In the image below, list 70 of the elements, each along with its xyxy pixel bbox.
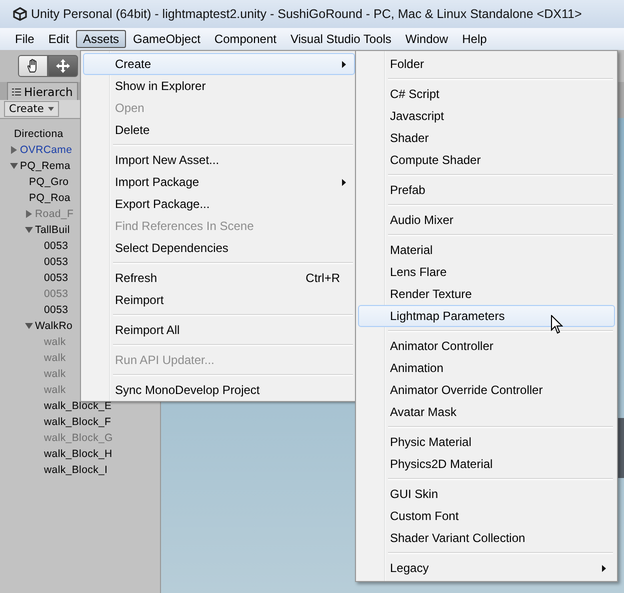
menu-bar-item[interactable]: Window: [398, 30, 456, 48]
menu-item[interactable]: Reimport: [83, 289, 355, 311]
menu-item[interactable]: Render Texture: [358, 283, 615, 305]
menu-bar-item[interactable]: GameObject: [126, 30, 208, 48]
menu-item[interactable]: Audio Mixer: [358, 209, 615, 231]
menu-item[interactable]: Animation: [358, 357, 615, 379]
menu-item[interactable]: Javascript: [358, 105, 615, 127]
menu-item[interactable]: Folder: [358, 53, 615, 75]
expanded-arrow-icon[interactable]: [25, 322, 33, 330]
hierarchy-item[interactable]: walk_Block_I: [44, 464, 108, 476]
hierarchy-item[interactable]: 0053: [44, 240, 68, 252]
hierarchy-tab[interactable]: Hierarch: [7, 82, 78, 100]
menu-bar-item[interactable]: Visual Studio Tools: [283, 30, 398, 48]
menu-item[interactable]: Select Dependencies: [83, 237, 355, 259]
hierarchy-item[interactable]: walk_Block_E: [44, 400, 112, 412]
menu-item[interactable]: Compute Shader: [358, 149, 615, 171]
menu-item[interactable]: Sync MonoDevelop Project: [83, 379, 355, 401]
menu-item[interactable]: Avatar Mask: [358, 401, 615, 423]
collapsed-arrow-icon[interactable]: [10, 146, 18, 154]
menu-item[interactable]: Import Package: [83, 171, 355, 193]
expanded-arrow-icon[interactable]: [25, 226, 33, 234]
cube-logo-icon: [13, 7, 27, 21]
hierarchy-item[interactable]: WalkRo: [35, 320, 73, 332]
menu-item[interactable]: Animator Controller: [358, 335, 615, 357]
menu-bar-item[interactable]: Help: [455, 30, 494, 48]
hierarchy-item[interactable]: 0053: [44, 304, 68, 316]
menu-item[interactable]: C# Script: [358, 83, 615, 105]
menu-item[interactable]: Export Package...: [83, 193, 355, 215]
menu-item[interactable]: Physics2D Material: [358, 453, 615, 475]
create-dropdown[interactable]: Create: [4, 101, 59, 117]
hierarchy-item[interactable]: PQ_Rema: [20, 160, 70, 172]
menu-bar-item[interactable]: File: [8, 30, 42, 48]
hierarchy-item[interactable]: TallBuil: [35, 224, 70, 236]
menu-item[interactable]: Shader: [358, 127, 615, 149]
menu-item[interactable]: Import New Asset...: [83, 149, 355, 171]
collapsed-arrow-icon[interactable]: [25, 210, 33, 218]
hierarchy-item[interactable]: PQ_Gro: [29, 176, 69, 188]
menu-item[interactable]: Reimport All: [83, 319, 355, 341]
menu-bar-item[interactable]: Component: [207, 30, 284, 48]
menu-bar-item[interactable]: Assets: [76, 30, 126, 48]
move-arrows-icon: [55, 58, 71, 74]
hierarchy-item[interactable]: OVRCame: [20, 144, 72, 156]
menu-item[interactable]: Custom Font: [358, 505, 615, 527]
list-icon: [12, 88, 21, 96]
hierarchy-item[interactable]: walk_Block_H: [44, 448, 112, 460]
hierarchy-item[interactable]: Directiona: [14, 128, 64, 140]
window-title: Unity Personal (64bit) - lightmaptest2.unity - SushiGoRound - PC, Mac & Linux Standalone <DX11>: [31, 7, 582, 21]
move-tool-button[interactable]: [48, 55, 78, 77]
menu-item[interactable]: Lens Flare: [358, 261, 615, 283]
menu-item[interactable]: Shader Variant Collection: [358, 527, 615, 549]
menu-item[interactable]: Refresh Ctrl+R: [83, 267, 355, 289]
menu-item[interactable]: Prefab: [358, 179, 615, 201]
hierarchy-item[interactable]: walk_Block_F: [44, 416, 112, 428]
hierarchy-item[interactable]: 0053: [44, 256, 68, 268]
menu-item[interactable]: Animator Override Controller: [358, 379, 615, 401]
hierarchy-item[interactable]: PQ_Roa: [29, 192, 70, 204]
caret-icon: [48, 107, 54, 111]
menu-item[interactable]: Physic Material: [358, 431, 615, 453]
menu-item[interactable]: Legacy: [358, 557, 615, 579]
menu-bar-item[interactable]: Edit: [41, 30, 76, 48]
hierarchy-item[interactable]: 0053: [44, 272, 68, 284]
expanded-arrow-icon[interactable]: [10, 162, 18, 170]
menu-item[interactable]: GUI Skin: [358, 483, 615, 505]
menu-item[interactable]: Create: [83, 53, 355, 75]
menu-item[interactable]: Delete: [83, 119, 355, 141]
menu-item[interactable]: Lightmap Parameters: [358, 305, 615, 327]
hand-tool-button[interactable]: [18, 55, 48, 77]
menu-item[interactable]: Show in Explorer: [83, 75, 355, 97]
tab-label: Hierarch: [24, 84, 73, 98]
menu-item[interactable]: Material: [358, 239, 615, 261]
